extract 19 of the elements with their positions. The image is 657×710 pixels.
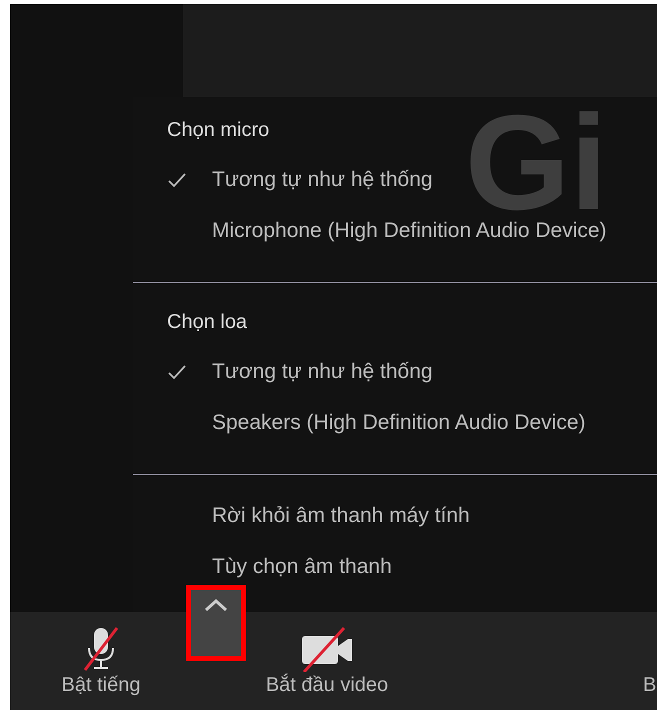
menu-item-label: Microphone (High Definition Audio Device): [212, 218, 607, 242]
unmute-button[interactable]: Bật tiếng: [46, 626, 156, 697]
menu-item-label: Tùy chọn âm thanh: [212, 554, 392, 578]
menu-item[interactable]: Tương tự như hệ thống: [133, 346, 437, 397]
menu-item-label: Speakers (High Definition Audio Device): [212, 410, 586, 434]
menu-item-label: Tương tự như hệ thống: [212, 168, 433, 192]
toolbar-label: B: [643, 674, 657, 697]
start-video-button[interactable]: Bắt đầu video: [252, 626, 402, 697]
menu-item[interactable]: Tùy chọn âm thanh: [133, 541, 396, 592]
menu-item-label: Tương tự như hệ thống: [212, 360, 433, 384]
audio-options-button[interactable]: [186, 585, 246, 661]
menu-item-label: Rời khỏi âm thanh máy tính: [212, 504, 470, 528]
menu-item[interactable]: Tương tự như hệ thống: [133, 154, 437, 205]
caret-icon: [203, 598, 229, 612]
menu-item[interactable]: Rời khỏi âm thanh máy tính: [133, 490, 474, 541]
section-heading: Chọn loa: [166, 310, 248, 335]
menu-item[interactable]: Microphone (High Definition Audio Device): [133, 205, 611, 256]
menu-item[interactable]: Speakers (High Definition Audio Device): [133, 397, 590, 448]
section-heading: Chọn micro: [166, 118, 270, 143]
